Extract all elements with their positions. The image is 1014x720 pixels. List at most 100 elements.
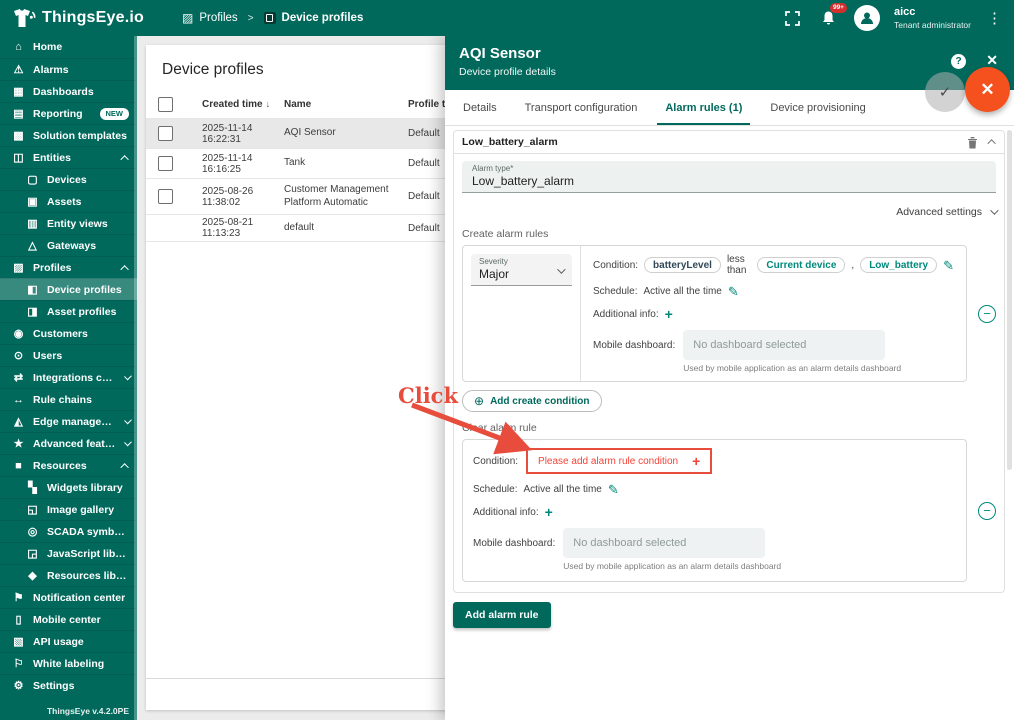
integrations-icon: ⇄ [12,371,25,384]
alarm-type-field[interactable]: Alarm type* Low_battery_alarm [462,161,996,193]
sidebar-item-scada-symbols[interactable]: ◎SCADA symbols [0,520,137,542]
condition-value-chip[interactable]: Current device [757,257,845,273]
row-checkbox[interactable] [158,156,173,171]
sidebar-item-home[interactable]: ⌂Home [0,36,137,58]
additional-info-row: Additional info: + [593,307,954,321]
avatar[interactable] [854,5,880,31]
advanced-features-icon: ★ [12,437,25,450]
sidebar-item-edge-management[interactable]: ◭Edge management [0,410,137,432]
api-usage-icon: ▧ [12,635,25,648]
sidebar-item-dashboards[interactable]: ▦Dashboards [0,80,137,102]
scada-symbols-icon: ◎ [26,525,39,538]
rule-chains-icon: ↔ [12,394,25,406]
collapse-alarm-icon[interactable] [987,139,995,147]
mobile-dashboard-input[interactable]: No dashboard selected [683,330,885,360]
schedule-row: Schedule: Active all the time ✎ [593,285,954,298]
sidebar-item-customers[interactable]: ◉Customers [0,322,137,344]
home-icon: ⌂ [12,41,25,53]
mobile-dashboard-row: Mobile dashboard: No dashboard selected … [473,528,954,571]
sidebar-item-assets[interactable]: ▣Assets [0,190,137,212]
sidebar-item-image-gallery[interactable]: ◱Image gallery [0,498,137,520]
sidebar-item-resources-library[interactable]: ◆Resources library [0,564,137,586]
sidebar-item-solution-templates[interactable]: ▩Solution templates [0,124,137,146]
sidebar-item-profiles[interactable]: ▨Profiles [0,256,137,278]
add-clear-condition-button[interactable]: Please add alarm rule condition + [526,448,712,474]
notifications-bell-icon[interactable]: 99+ [818,7,840,29]
remove-clear-condition-button[interactable]: − [978,502,996,520]
sidebar-item-javascript-library[interactable]: ◲JavaScript library [0,542,137,564]
add-condition-plus-icon: + [692,454,700,468]
new-badge: NEW [100,108,130,120]
row-checkbox[interactable] [158,126,173,141]
sidebar-item-device-profiles[interactable]: ◧Device profiles [0,278,137,300]
drawer-scrollbar[interactable] [1007,130,1012,470]
edge-management-icon: ◭ [12,415,25,428]
profiles-icon: ▨ [12,261,25,274]
user-menu[interactable]: aicc Tenant administrator [894,6,971,29]
add-alarm-rule-button[interactable]: Add alarm rule [453,602,551,628]
condition-key-chip[interactable]: batteryLevel [644,257,721,273]
app-root: ThingsEye.io ▨ Profiles > Device profile… [0,0,1014,720]
sidebar-item-asset-profiles[interactable]: ◨Asset profiles [0,300,137,322]
severity-select[interactable]: Severity Major [471,254,572,286]
alarm-card-header[interactable]: Low_battery_alarm [454,131,1004,154]
app-title: ThingsEye.io [42,9,144,27]
row-checkbox[interactable] [158,189,173,204]
help-icon[interactable]: ? [951,54,966,69]
column-name[interactable]: Name [284,99,408,110]
sidebar-item-entity-views[interactable]: ▥Entity views [0,212,137,234]
sidebar-item-advanced-features[interactable]: ★Advanced features [0,432,137,454]
sidebar-item-users[interactable]: ⊙Users [0,344,137,366]
fullscreen-icon[interactable] [782,7,804,29]
profiles-breadcrumb-icon: ▨ [182,11,193,25]
device-profiles-breadcrumb-icon [264,12,276,24]
breadcrumb-device-profiles[interactable]: Device profiles [264,12,364,24]
edit-condition-icon[interactable]: ✎ [943,259,954,272]
sidebar-item-alarms[interactable]: ⚠Alarms [0,58,137,80]
sidebar-item-resources[interactable]: ■Resources [0,454,137,476]
edit-schedule-icon[interactable]: ✎ [728,285,739,298]
image-gallery-icon: ◱ [26,503,39,516]
apply-changes-button[interactable]: ✓ [925,72,965,112]
sidebar-item-gateways[interactable]: △Gateways [0,234,137,256]
add-additional-info-icon[interactable]: + [545,505,553,519]
sidebar-item-devices[interactable]: ▢Devices [0,168,137,190]
alarm-type-label: Alarm type* [472,164,986,173]
condition-value-chip[interactable]: Low_battery [860,257,937,273]
app-logo[interactable]: ThingsEye.io [0,8,154,29]
sidebar-item-reporting[interactable]: ▤ReportingNEW [0,102,137,124]
column-created-time[interactable]: Created time↓ [202,99,284,110]
thingseye-logo-icon [12,8,36,29]
tab-details[interactable]: Details [449,90,511,125]
sidebar-item-widgets-library[interactable]: ▚Widgets library [0,476,137,498]
sidebar-item-white-labeling[interactable]: ⚐White labeling [0,652,137,674]
sidebar-item-notification-center[interactable]: ⚑Notification center [0,586,137,608]
add-create-condition-button[interactable]: ⊕ Add create condition [462,390,602,412]
asset-profiles-icon: ◨ [26,305,39,318]
sidebar-item-mobile-center[interactable]: ▯Mobile center [0,608,137,630]
drawer-title: AQI Sensor [459,45,1000,62]
remove-create-condition-button[interactable]: − [978,305,996,323]
sidebar-item-api-usage[interactable]: ▧API usage [0,630,137,652]
breadcrumb-profiles[interactable]: ▨ Profiles [182,11,238,25]
resources-library-icon: ◆ [26,569,39,582]
cancel-changes-button[interactable]: ✕ [965,67,1010,112]
tab-transport-configuration[interactable]: Transport configuration [511,90,652,125]
kebab-menu-icon[interactable]: ⋮ [985,9,1004,27]
sidebar-item-settings[interactable]: ⚙Settings [0,674,137,696]
sidebar-item-rule-chains[interactable]: ↔Rule chains [0,388,137,410]
add-additional-info-icon[interactable]: + [665,307,673,321]
advanced-settings-toggle[interactable]: Advanced settings [462,206,996,218]
delete-alarm-icon[interactable] [967,136,978,149]
edit-schedule-icon[interactable]: ✎ [608,483,619,496]
tab-alarm-rules[interactable]: Alarm rules (1) [651,90,756,125]
chevron-up-icon [120,265,128,273]
chevron-down-icon [124,372,132,380]
white-labeling-icon: ⚐ [12,657,25,670]
select-all-checkbox[interactable] [158,97,173,112]
mobile-dashboard-input[interactable]: No dashboard selected [563,528,765,558]
tab-device-provisioning[interactable]: Device provisioning [756,90,879,125]
sidebar-item-integrations-center[interactable]: ⇄Integrations center [0,366,137,388]
mobile-dashboard-label: Mobile dashboard: [473,538,555,549]
sidebar-item-entities[interactable]: ◫Entities [0,146,137,168]
